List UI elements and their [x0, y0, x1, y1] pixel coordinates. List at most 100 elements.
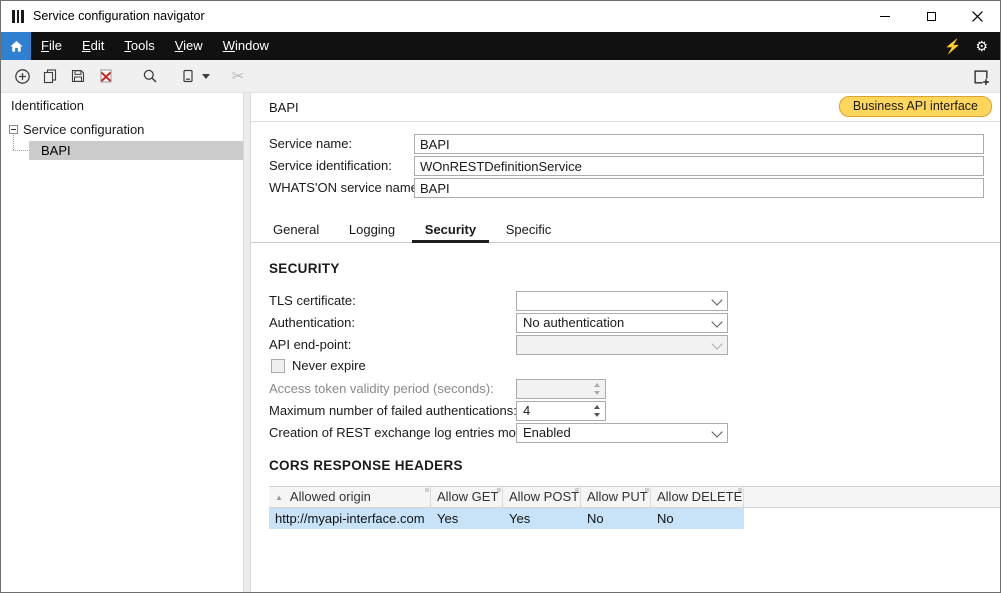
menu-file[interactable]: File — [31, 32, 72, 60]
api-endpoint-label: API end-point: — [269, 335, 351, 355]
identification-panel: Identification Service configuration BAP… — [1, 93, 243, 592]
delete-icon — [98, 68, 114, 84]
maximize-icon — [927, 12, 936, 21]
copy-button[interactable] — [39, 65, 61, 87]
close-button[interactable] — [954, 1, 1000, 32]
cell-allow-delete: No — [651, 508, 744, 529]
menu-edit[interactable]: Edit — [72, 32, 114, 60]
sort-asc-icon: ▲ — [275, 488, 283, 507]
chevron-down-icon — [708, 292, 727, 310]
panel-splitter[interactable] — [243, 93, 251, 592]
cut-button[interactable]: ✂ — [227, 65, 249, 87]
rest-log-mode-select[interactable]: Enabled — [516, 423, 728, 443]
add-button[interactable] — [11, 65, 33, 87]
api-endpoint-select[interactable] — [516, 335, 728, 355]
tls-certificate-select[interactable] — [516, 291, 728, 311]
cell-allowed-origin: http://myapi-interface.com — [269, 508, 431, 529]
spin-up-icon[interactable] — [589, 380, 605, 389]
toolbar: ✂ — [1, 60, 1000, 93]
save-icon — [70, 68, 86, 84]
content-area: Identification Service configuration BAP… — [1, 93, 1000, 592]
spinner-buttons — [589, 380, 605, 398]
chevron-down-icon — [708, 336, 727, 354]
never-expire-label: Never expire — [292, 357, 366, 375]
select-value: Enabled — [523, 424, 707, 442]
tree-node-label: BAPI — [41, 141, 71, 160]
delete-button[interactable] — [95, 65, 117, 87]
spinner-value: 4 — [523, 402, 587, 420]
tab-general[interactable]: General — [260, 219, 332, 243]
minimize-button[interactable] — [862, 1, 908, 32]
detail-panel: BAPI Business API interface Service name… — [251, 93, 1000, 592]
status-badge: Business API interface — [839, 96, 992, 117]
home-button[interactable] — [1, 32, 31, 60]
tab-specific[interactable]: Specific — [493, 219, 565, 243]
cell-allow-post: Yes — [503, 508, 581, 529]
spin-up-icon[interactable] — [589, 402, 605, 411]
access-token-validity-spinner[interactable] — [516, 379, 606, 399]
column-header-allow-post[interactable]: Allow POST — [503, 487, 581, 507]
tab-strip: General Logging Security Specific — [251, 219, 1000, 243]
service-name-input[interactable] — [414, 134, 984, 154]
device-button[interactable] — [177, 65, 199, 87]
spin-down-icon[interactable] — [589, 389, 605, 398]
tab-logging[interactable]: Logging — [336, 219, 408, 243]
home-icon — [9, 39, 24, 54]
tls-certificate-label: TLS certificate: — [269, 291, 356, 311]
chevron-down-icon — [202, 74, 210, 79]
tree-node-service-configuration[interactable]: Service configuration — [1, 121, 243, 139]
tree-node-bapi[interactable]: BAPI — [29, 141, 243, 160]
whatson-service-name-input[interactable] — [414, 178, 984, 198]
panel-header: Identification — [11, 98, 84, 113]
cors-table-header: ▲Allowed origin Allow GET Allow POST All… — [269, 486, 1001, 508]
rest-log-mode-label: Creation of REST exchange log entries mo… — [269, 423, 534, 443]
save-button[interactable] — [67, 65, 89, 87]
max-failed-auth-label: Maximum number of failed authentications… — [269, 401, 517, 421]
device-dropdown-button[interactable] — [199, 65, 211, 87]
chevron-down-icon — [708, 314, 727, 332]
access-token-validity-label: Access token validity period (seconds): — [269, 379, 494, 399]
title-bar: Service configuration navigator — [1, 1, 1000, 32]
service-identification-input[interactable] — [414, 156, 984, 176]
cell-filler — [744, 508, 1001, 529]
window-controls — [862, 1, 1000, 32]
menu-window[interactable]: Window — [213, 32, 279, 60]
collapse-expander-icon[interactable] — [9, 125, 18, 134]
table-row[interactable]: http://myapi-interface.com Yes Yes No No — [269, 508, 1001, 529]
copy-icon — [42, 68, 58, 84]
service-name-label: Service name: — [269, 134, 352, 154]
chevron-down-icon — [708, 424, 727, 442]
maximize-button[interactable] — [908, 1, 954, 32]
security-heading: SECURITY — [269, 261, 340, 276]
app-window: Service configuration navigator File Edi… — [0, 0, 1001, 593]
column-header-allow-get[interactable]: Allow GET — [431, 487, 503, 507]
device-icon — [180, 68, 196, 84]
cors-heading: CORS RESPONSE HEADERS — [269, 458, 463, 473]
menu-view[interactable]: View — [165, 32, 213, 60]
cell-allow-get: Yes — [431, 508, 503, 529]
window-title: Service configuration navigator — [33, 1, 205, 32]
gear-icon[interactable]: ⚙ — [975, 39, 988, 53]
header-divider — [251, 121, 1000, 122]
authentication-label: Authentication: — [269, 313, 355, 333]
page-title: BAPI — [269, 100, 299, 115]
spin-down-icon[interactable] — [589, 411, 605, 420]
column-header-allow-delete[interactable]: Allow DELETE — [651, 487, 744, 507]
authentication-select[interactable]: No authentication — [516, 313, 728, 333]
never-expire-checkbox[interactable] — [271, 359, 285, 373]
app-logo-icon — [12, 10, 26, 23]
column-header-allow-put[interactable]: Allow PUT — [581, 487, 651, 507]
column-header-allowed-origin[interactable]: ▲Allowed origin — [269, 487, 431, 507]
search-button[interactable] — [139, 65, 161, 87]
menu-tools[interactable]: Tools — [114, 32, 164, 60]
menu-bar: File Edit Tools View Window ⚡ ⚙ — [1, 32, 1000, 60]
tab-security[interactable]: Security — [412, 219, 489, 243]
add-window-button[interactable] — [970, 66, 992, 88]
spinner-buttons — [589, 402, 605, 420]
service-identification-label: Service identification: — [269, 156, 392, 176]
add-window-icon — [973, 69, 990, 86]
minimize-icon — [880, 16, 890, 17]
lightning-icon[interactable]: ⚡ — [944, 39, 961, 53]
max-failed-auth-spinner[interactable]: 4 — [516, 401, 606, 421]
select-value: No authentication — [523, 314, 707, 332]
